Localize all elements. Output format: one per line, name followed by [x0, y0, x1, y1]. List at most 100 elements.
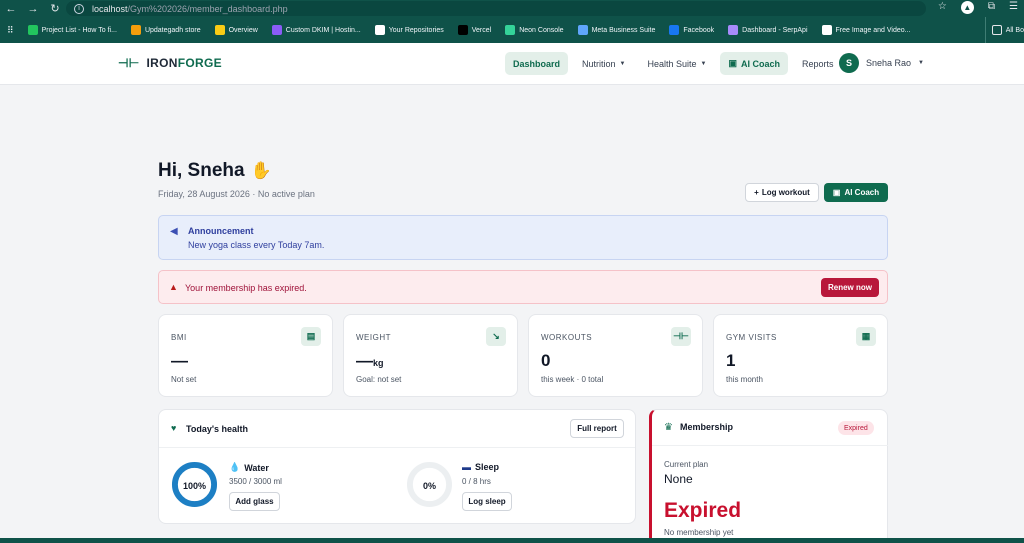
bookmark-item[interactable]: Custom DKIM | Hostin...: [265, 25, 368, 35]
nav-dashboard[interactable]: Dashboard: [505, 52, 569, 75]
bookmarks-bar: ⠿ Project List - How To fi... Updategadh …: [0, 17, 1024, 43]
nav-reports[interactable]: Reports: [794, 52, 842, 75]
stat-sub: this month: [726, 375, 763, 384]
nav-health-suite[interactable]: Health Suite ▼: [639, 52, 714, 75]
card-header: ♥ Today's health Full report: [159, 410, 635, 448]
trend-down-icon: ↘: [486, 327, 506, 346]
bookmark-label: Facebook: [683, 26, 715, 34]
site-info-icon[interactable]: i: [74, 3, 84, 14]
add-glass-button[interactable]: Add glass: [229, 492, 280, 511]
nav-ai-coach[interactable]: ▣ AI Coach: [720, 52, 788, 75]
nav-ai-coach-label: AI Coach: [740, 58, 780, 69]
bookmark-item[interactable]: Dashboard - SerpApi: [721, 25, 814, 35]
droplet-icon: 💧: [229, 462, 241, 472]
forward-icon[interactable]: →: [22, 0, 44, 17]
brand-part1: IRON: [146, 56, 178, 70]
announcement-banner: ◀ Announcement New yoga class every Toda…: [158, 215, 888, 260]
status-badge: Expired: [838, 421, 874, 435]
stat-value-number: 0: [541, 351, 551, 370]
log-sleep-button[interactable]: Log sleep: [462, 492, 512, 511]
chevron-down-icon: ▼: [918, 60, 924, 66]
bookmark-favicon-icon: [27, 25, 38, 35]
brand-logo[interactable]: ⊣⊢ IRONFORGE: [118, 56, 222, 70]
bookmark-favicon-icon: [821, 25, 832, 35]
all-bookmarks[interactable]: All Bo: [984, 17, 1024, 43]
bookmark-favicon-icon: [505, 25, 516, 35]
sleep-title-label: Sleep: [475, 462, 500, 472]
bookmark-label: Vercel: [471, 26, 492, 34]
bookmark-item[interactable]: Meta Business Suite: [571, 25, 663, 35]
avatar: S: [839, 53, 859, 73]
sleep-title: ▬ Sleep: [462, 462, 499, 472]
bookmark-favicon-icon: [728, 25, 739, 35]
bookmark-item[interactable]: Vercel: [451, 25, 498, 35]
megaphone-icon: ◀: [170, 226, 178, 237]
plus-icon: +: [754, 188, 759, 197]
stat-card-gym-visits: GYM VISITS ▦ 1 this month: [713, 314, 888, 397]
crown-icon: ♛: [664, 422, 673, 433]
folder-icon: [991, 25, 1002, 35]
bookmark-item[interactable]: Project List - How To fi...: [21, 25, 124, 35]
brand-part2: FORGE: [177, 56, 222, 70]
log-workout-button[interactable]: + Log workout: [745, 183, 819, 202]
membership-status: Expired: [664, 499, 742, 522]
menu-icon[interactable]: ☰: [1009, 1, 1018, 14]
bookmark-star-icon[interactable]: ☆: [938, 1, 947, 14]
user-menu[interactable]: S Sneha Rao ▼: [839, 53, 924, 73]
user-name: Sneha Rao: [866, 58, 912, 68]
robot-icon: ▣: [832, 188, 841, 197]
stat-sub: this week · 0 total: [541, 375, 604, 384]
chevron-down-icon: ▼: [700, 60, 707, 67]
bookmark-item[interactable]: Facebook: [662, 25, 721, 35]
water-value: 3500 / 3000 ml: [229, 477, 282, 486]
bookmark-label: Free Image and Video...: [835, 26, 911, 34]
stat-label: BMI: [171, 333, 187, 342]
full-report-button[interactable]: Full report: [570, 419, 624, 438]
log-workout-label: Log workout: [761, 188, 810, 197]
url-host: localhost: [92, 3, 128, 14]
bookmark-favicon-icon: [374, 25, 385, 35]
profile-extension-icon[interactable]: ▲: [960, 1, 974, 14]
bookmark-item[interactable]: Updategadh store: [124, 25, 208, 35]
address-bar[interactable]: i localhost/Gym%202026/member_dashboard.…: [66, 1, 926, 16]
renew-now-button[interactable]: Renew now: [821, 278, 879, 297]
water-percent: 100%: [182, 481, 207, 491]
all-bookmarks-label: All Bo: [1005, 26, 1024, 34]
stat-value-number: —: [171, 351, 188, 370]
sleep-value: 0 / 8 hrs: [462, 477, 491, 486]
bookmark-favicon-icon: [130, 25, 141, 35]
ai-coach-button[interactable]: ▣ AI Coach: [824, 183, 888, 202]
current-plan-label: Current plan: [664, 460, 709, 469]
stat-label: WORKOUTS: [541, 333, 593, 342]
sleep-percent: 0%: [422, 481, 436, 491]
stat-value: 1: [726, 351, 735, 371]
announcement-message: New yoga class every Today 7am.: [188, 240, 325, 250]
apps-icon[interactable]: ⠿: [0, 25, 21, 36]
nav-reports-label: Reports: [802, 58, 834, 69]
extensions-icon[interactable]: ⧉: [988, 1, 995, 14]
clipboard-icon: ▦: [856, 327, 876, 346]
bookmark-label: Your Repositories: [388, 26, 444, 34]
bookmark-label: Project List - How To fi...: [41, 26, 117, 34]
app-navbar: ⊣⊢ IRONFORGE Dashboard Nutrition ▼ Health…: [0, 43, 1024, 85]
bookmark-item[interactable]: Overview: [208, 25, 265, 35]
membership-card: ♛ Membership Expired Current plan None E…: [649, 409, 888, 543]
nav-dashboard-label: Dashboard: [513, 58, 561, 69]
bookmark-item[interactable]: Neon Console: [498, 25, 570, 35]
reload-icon[interactable]: ↻: [44, 0, 66, 17]
dumbbell-icon: ⊣⊢: [118, 56, 140, 70]
stat-sub: Goal: not set: [356, 375, 402, 384]
todays-health-card: ♥ Today's health Full report 100% 💧 Water…: [158, 409, 636, 524]
nav-nutrition[interactable]: Nutrition ▼: [574, 52, 633, 75]
robot-icon: ▣: [728, 58, 737, 68]
wave-icon: ✋: [250, 161, 272, 180]
stat-card-bmi: BMI ▤ — Not set: [158, 314, 333, 397]
bookmark-label: Updategadh store: [144, 26, 201, 34]
current-plan-value: None: [664, 472, 693, 486]
stat-value: 0: [541, 351, 550, 371]
water-title: 💧 Water: [229, 462, 269, 473]
membership-note: No membership yet: [664, 528, 734, 537]
bookmark-item[interactable]: Free Image and Video...: [815, 25, 918, 35]
back-icon[interactable]: ←: [0, 0, 22, 17]
bookmark-item[interactable]: Your Repositories: [368, 25, 451, 35]
